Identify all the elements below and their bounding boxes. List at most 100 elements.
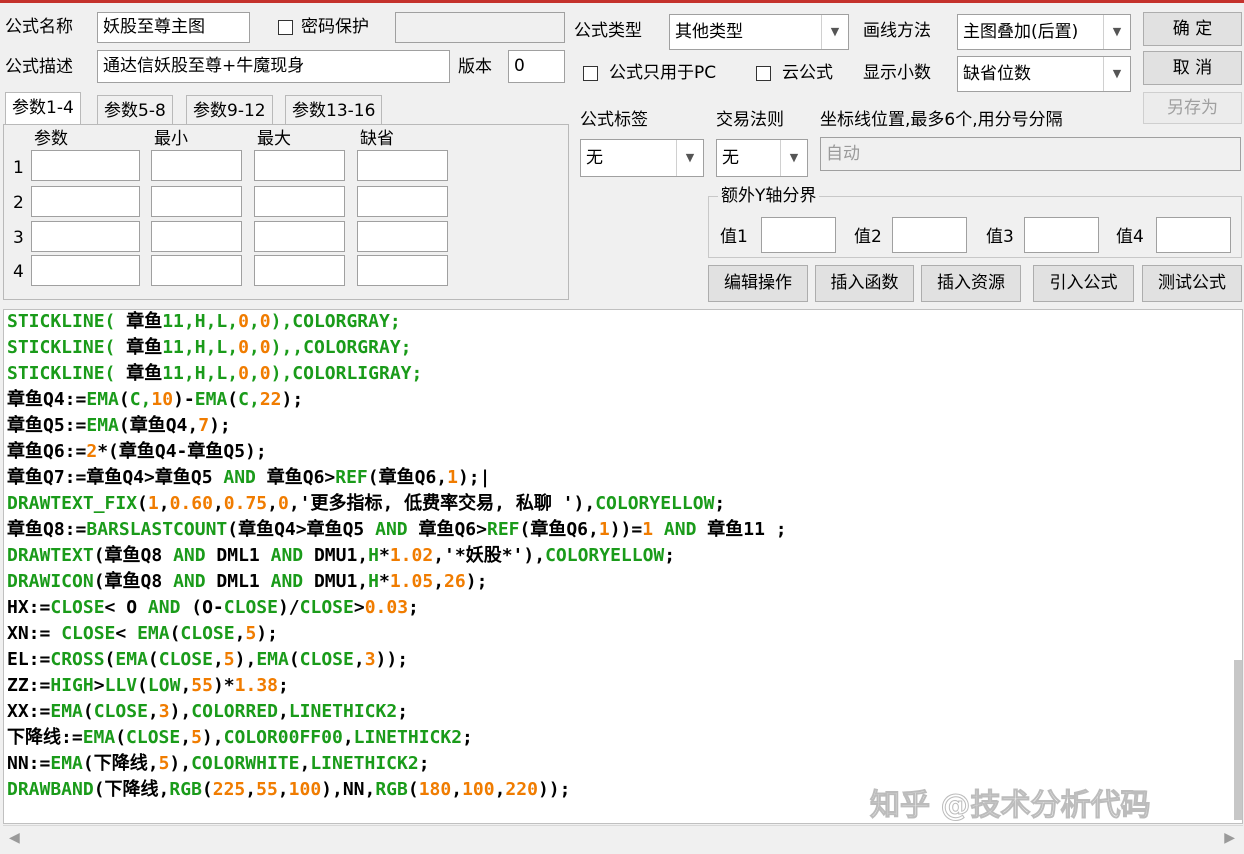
param-name-input[interactable] xyxy=(31,221,140,252)
version-input[interactable]: 0 xyxy=(508,50,565,83)
code-token: 1 xyxy=(642,519,654,540)
pc-only-checkbox[interactable] xyxy=(583,66,598,81)
param-min-input[interactable] xyxy=(151,221,242,252)
extra-val-4-input[interactable] xyxy=(1156,217,1231,253)
axis-position-input[interactable]: 自动 xyxy=(820,137,1241,171)
code-token: 0 xyxy=(259,337,271,358)
code-token: COLORRED xyxy=(191,701,278,722)
vertical-scrollbar-thumb[interactable] xyxy=(1234,660,1242,820)
ok-button[interactable]: 确 定 xyxy=(1143,12,1242,46)
trade-rule-value: 无 xyxy=(722,148,739,168)
tab-params-5-8[interactable]: 参数5-8 xyxy=(97,95,173,125)
param-default-input[interactable] xyxy=(357,255,448,286)
code-token: XX:= xyxy=(7,701,51,722)
code-line: 章鱼Q6:=2*(章鱼Q4-章鱼Q5); xyxy=(7,441,267,463)
param-min-input[interactable] xyxy=(151,150,242,181)
param-name-input[interactable] xyxy=(31,186,140,217)
code-token: ), xyxy=(201,727,224,748)
code-token: , xyxy=(248,311,260,332)
code-token: , xyxy=(180,675,192,696)
code-token: , xyxy=(245,779,257,800)
param-name-input[interactable] xyxy=(31,255,140,286)
password-checkbox[interactable] xyxy=(278,20,293,35)
code-token: 1 xyxy=(447,467,458,488)
code-token: AND xyxy=(375,519,408,540)
code-token: ,'*妖股*'), xyxy=(433,545,546,566)
code-line: 章鱼Q4:=EMA(C,10)-EMA(C,22); xyxy=(7,389,303,411)
code-token: ,'更多指标, 低费率交易, 私聊 '), xyxy=(288,493,596,514)
horizontal-scrollbar[interactable]: ◀ ▶ xyxy=(3,825,1243,850)
code-token: 0 xyxy=(259,311,271,332)
param-default-input[interactable] xyxy=(357,150,448,181)
formula-name-input[interactable]: 妖股至尊主图 xyxy=(97,12,250,43)
decimals-value: 缺省位数 xyxy=(963,64,1031,84)
code-token: EMA xyxy=(82,727,116,748)
code-token: EMA xyxy=(50,753,83,774)
tab-params-13-16[interactable]: 参数13-16 xyxy=(285,95,383,125)
formula-type-select[interactable]: 其他类型 ▼ xyxy=(669,14,849,50)
code-token: , xyxy=(277,701,289,722)
code-token: 5 xyxy=(191,727,202,748)
code-token: , xyxy=(451,779,463,800)
code-token: CLOSE xyxy=(50,597,105,618)
param-row-number: 4 xyxy=(13,262,24,282)
decimals-select[interactable]: 缺省位数 ▼ xyxy=(957,56,1131,92)
code-token: ( xyxy=(104,649,116,670)
edit-operation-button[interactable]: 编辑操作 xyxy=(708,265,808,302)
extra-val-1-input[interactable] xyxy=(761,217,836,253)
extra-val-2-label: 值2 xyxy=(854,227,882,247)
code-token: )); xyxy=(375,649,409,670)
import-formula-button[interactable]: 引入公式 xyxy=(1033,265,1134,302)
param-max-input[interactable] xyxy=(254,255,345,286)
code-token: 5 xyxy=(245,623,257,644)
param-min-input[interactable] xyxy=(151,186,242,217)
draw-method-select[interactable]: 主图叠加(后置) ▼ xyxy=(957,14,1131,50)
code-token: COLOR00FF00 xyxy=(223,727,343,748)
param-max-input[interactable] xyxy=(254,221,345,252)
code-token: (下降线, xyxy=(82,753,159,774)
code-token: ; xyxy=(462,727,473,748)
save-as-button[interactable]: 另存为 xyxy=(1143,92,1242,124)
code-token: 5 xyxy=(158,753,170,774)
code-token: EMA xyxy=(86,389,119,410)
code-line: 章鱼Q8:=BARSLASTCOUNT(章鱼Q4>章鱼Q5 AND 章鱼Q6>R… xyxy=(7,519,787,541)
code-token: CLOSE xyxy=(158,649,213,670)
code-token: < xyxy=(115,623,138,644)
test-formula-button[interactable]: 测试公式 xyxy=(1142,265,1242,302)
code-token: DMU1, xyxy=(303,545,369,566)
tab-params-9-12[interactable]: 参数9-12 xyxy=(186,95,273,125)
code-token: ( xyxy=(169,623,181,644)
insert-function-button[interactable]: 插入函数 xyxy=(815,265,914,302)
trade-rule-select[interactable]: 无 ▼ xyxy=(716,139,808,177)
code-token: (章鱼Q8 xyxy=(93,571,174,592)
cloud-checkbox[interactable] xyxy=(756,66,771,81)
code-token: HIGH xyxy=(50,675,94,696)
chevron-down-icon: ▼ xyxy=(780,140,807,176)
tab-params-1-4[interactable]: 参数1-4 xyxy=(5,92,81,125)
cancel-button[interactable]: 取 消 xyxy=(1143,51,1242,85)
code-line: 章鱼Q7:=章鱼Q4>章鱼Q5 AND 章鱼Q6>REF(章鱼Q6,1);| xyxy=(7,467,490,489)
code-token: AND xyxy=(147,597,181,618)
extra-val-1-label: 值1 xyxy=(720,227,748,247)
extra-val-3-input[interactable] xyxy=(1024,217,1099,253)
param-max-input[interactable] xyxy=(254,150,345,181)
param-default-input[interactable] xyxy=(357,221,448,252)
param-name-input[interactable] xyxy=(31,150,140,181)
param-min-input[interactable] xyxy=(151,255,242,286)
formula-desc-input[interactable]: 通达信妖股至尊+牛魔现身 xyxy=(97,50,450,83)
scroll-left-icon[interactable]: ◀ xyxy=(9,830,20,846)
code-token: (章鱼Q8 xyxy=(93,545,174,566)
insert-resource-button[interactable]: 插入资源 xyxy=(921,265,1021,302)
param-default-input[interactable] xyxy=(357,186,448,217)
axis-position-label: 坐标线位置,最多6个,用分号分隔 xyxy=(820,110,1063,130)
extra-val-2-input[interactable] xyxy=(892,217,967,253)
code-editor[interactable]: STICKLINE( 章鱼11,H,L,0,0),COLORGRAY; STICK… xyxy=(3,309,1243,824)
scroll-right-icon[interactable]: ▶ xyxy=(1224,830,1235,846)
password-input[interactable] xyxy=(395,12,565,43)
formula-tag-select[interactable]: 无 ▼ xyxy=(580,139,704,177)
code-token: EMA xyxy=(137,623,170,644)
code-token: 100 xyxy=(462,779,495,800)
code-token: DRAWTEXT xyxy=(7,545,94,566)
param-max-input[interactable] xyxy=(254,186,345,217)
code-token: (O- xyxy=(180,597,224,618)
